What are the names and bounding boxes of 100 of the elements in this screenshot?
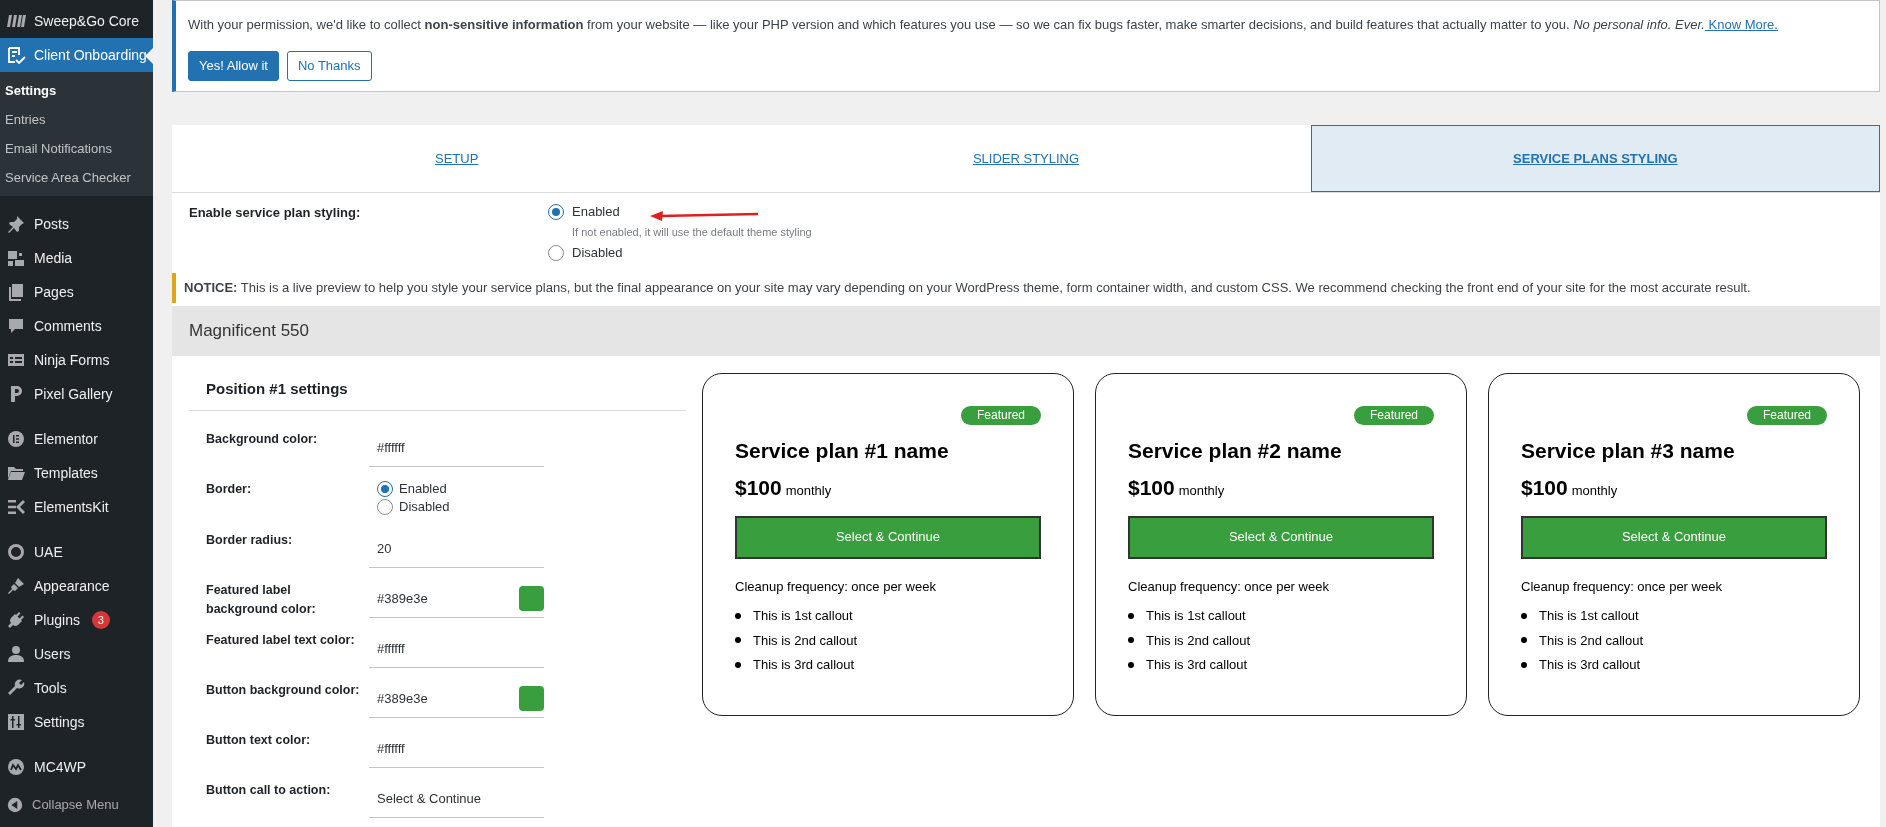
wrench-icon — [6, 678, 26, 698]
radio-button[interactable] — [548, 244, 564, 261]
sidebar-item[interactable]: Client Onboarding — [0, 38, 153, 72]
plan-period: monthly — [1178, 482, 1225, 500]
plan-name: Service plan #1 name — [735, 437, 950, 464]
option-label: Enabled — [399, 480, 447, 499]
radio-button[interactable] — [377, 499, 393, 515]
featured-badge: Featured — [1746, 405, 1827, 425]
plan-period: monthly — [785, 482, 832, 500]
radio-button[interactable] — [377, 481, 393, 497]
current-indicator — [145, 48, 153, 64]
sidebar-item[interactable]: Pixel Gallery — [0, 377, 153, 411]
callout-text: This is 3rd callout — [753, 656, 855, 674]
sidebar-item[interactable]: UAE — [0, 535, 153, 569]
field-label: Button text color: — [206, 732, 312, 749]
speech-bubble-icon — [6, 316, 26, 336]
plan-period: monthly — [1571, 482, 1618, 500]
sliders-icon — [6, 712, 26, 732]
input-field[interactable]: #ffffff — [369, 638, 544, 659]
field-label: Featured label text color: — [206, 632, 356, 649]
color-swatch[interactable] — [519, 686, 544, 711]
submenu-item[interactable]: Email Notifications — [0, 134, 153, 163]
featured-badge: Featured — [1353, 405, 1434, 425]
decline-button[interactable]: No Thanks — [286, 50, 372, 81]
submenu-item[interactable]: Service Area Checker — [0, 163, 153, 192]
field-label: Border: — [206, 481, 253, 498]
submenu-item[interactable]: Entries — [0, 105, 153, 134]
sidebar-item[interactable]: ElementsKit — [0, 490, 153, 524]
plan-price: $100 — [1128, 475, 1175, 501]
plan-frequency: Cleanup frequency: once per week — [1128, 577, 1330, 596]
option-label: Enabled — [572, 203, 620, 222]
field-label: Button call to action: — [206, 782, 332, 799]
bullet-icon — [1128, 637, 1134, 644]
setting-label: Enable service plan styling: — [188, 204, 362, 222]
brush-icon — [6, 576, 26, 596]
sidebar-item[interactable]: Pages — [0, 275, 153, 309]
circle-e-icon — [6, 429, 26, 449]
sidebar-item[interactable]: Media — [0, 241, 153, 275]
callout-text: This is 2nd callout — [753, 631, 858, 650]
allow-button[interactable]: Yes! Allow it — [188, 50, 279, 81]
plug-icon — [6, 610, 26, 630]
consent-text: With your permission, we'd like to collect non-sensitive information from your website — like your PHP version and which features you use — so we can fix bugs faster, make smarter decisions, and build features that actually matter to you. No personal info. Ever. Know More. — [188, 16, 1779, 34]
preview-notice: NOTICE: This is a live preview to help you style your service plans, but the final appearance on your site may vary depending on your WordPress theme, form container width, and custom CSS. We recommend checking the front end of your site for the most accurate result. — [172, 273, 1880, 303]
bullet-icon — [1128, 612, 1134, 619]
tab[interactable]: SERVICE PLANS STYLING — [1310, 125, 1880, 192]
media-icon — [6, 248, 26, 268]
collapse-icon — [6, 796, 24, 814]
callout-text: This is 1st callout — [753, 607, 853, 625]
color-swatch[interactable] — [519, 586, 544, 611]
input-field[interactable]: #ffffff — [369, 738, 544, 759]
sidebar-item[interactable]: Tools — [0, 671, 153, 705]
circle-logo-icon — [6, 757, 26, 777]
sidebar-item[interactable]: Plugins 3 — [0, 603, 153, 637]
option-label: Disabled — [399, 498, 450, 517]
sidebar-item[interactable]: Users — [0, 637, 153, 671]
hint-text: If not enabled, it will use the default theme styling — [571, 225, 812, 240]
callout-text: This is 2nd callout — [1146, 631, 1251, 650]
radio-button[interactable] — [548, 204, 564, 220]
sidebar-item[interactable]: Posts — [0, 207, 153, 241]
plan-frequency: Cleanup frequency: once per week — [1521, 577, 1723, 596]
bullet-icon — [735, 612, 741, 619]
input-field[interactable]: Select & Continue — [369, 788, 544, 809]
callout-text: This is 3rd callout — [1539, 656, 1641, 674]
pages-icon — [6, 282, 26, 302]
clipboard-check-icon — [6, 45, 26, 65]
panel-title: Position #1 settings — [189, 355, 686, 411]
circle-badge-icon — [6, 542, 26, 562]
input-field[interactable]: 20 — [369, 538, 544, 559]
sidebar-item[interactable]: MC4WP — [0, 750, 153, 784]
sidebar-item[interactable]: Ninja Forms — [0, 343, 153, 377]
input-field[interactable]: #389e3e — [369, 688, 519, 709]
field-label: Button background color: — [206, 682, 361, 699]
callout-text: This is 1st callout — [1146, 607, 1246, 625]
submenu-item[interactable]: Settings — [0, 76, 153, 105]
know-more-link[interactable]: Know More. — [1704, 17, 1778, 32]
sidebar-item[interactable]: Templates — [0, 456, 153, 490]
field-label: Featured label background color: — [206, 582, 317, 618]
sidebar-item[interactable]: Appearance — [0, 569, 153, 603]
bullet-icon — [1521, 661, 1527, 668]
plan-price: $100 — [1521, 475, 1568, 501]
section-title: Magnificent 550 — [172, 305, 1880, 356]
count-badge: 3 — [91, 611, 110, 629]
sidebar-item[interactable]: Settings — [0, 705, 153, 739]
plan-name: Service plan #3 name — [1521, 437, 1736, 464]
bullet-icon — [1521, 612, 1527, 619]
user-icon — [6, 644, 26, 664]
option-label: Disabled — [572, 243, 623, 262]
input-field[interactable]: #389e3e — [369, 588, 519, 609]
bullet-icon — [735, 637, 741, 644]
input-field[interactable]: #ffffff — [369, 437, 544, 458]
sidebar-item[interactable]: Comments — [0, 309, 153, 343]
featured-badge: Featured — [960, 405, 1041, 425]
bullet-icon — [1128, 661, 1134, 668]
callout-text: This is 2nd callout — [1539, 631, 1644, 650]
pin-icon — [6, 214, 26, 234]
ek-icon — [6, 497, 26, 517]
sidebar-item[interactable]: Sweep&Go Core — [0, 4, 153, 38]
field-label: Background color: — [206, 431, 319, 448]
collapse-menu-button[interactable]: Collapse Menu — [0, 788, 153, 822]
sidebar-item[interactable]: Elementor — [0, 422, 153, 456]
